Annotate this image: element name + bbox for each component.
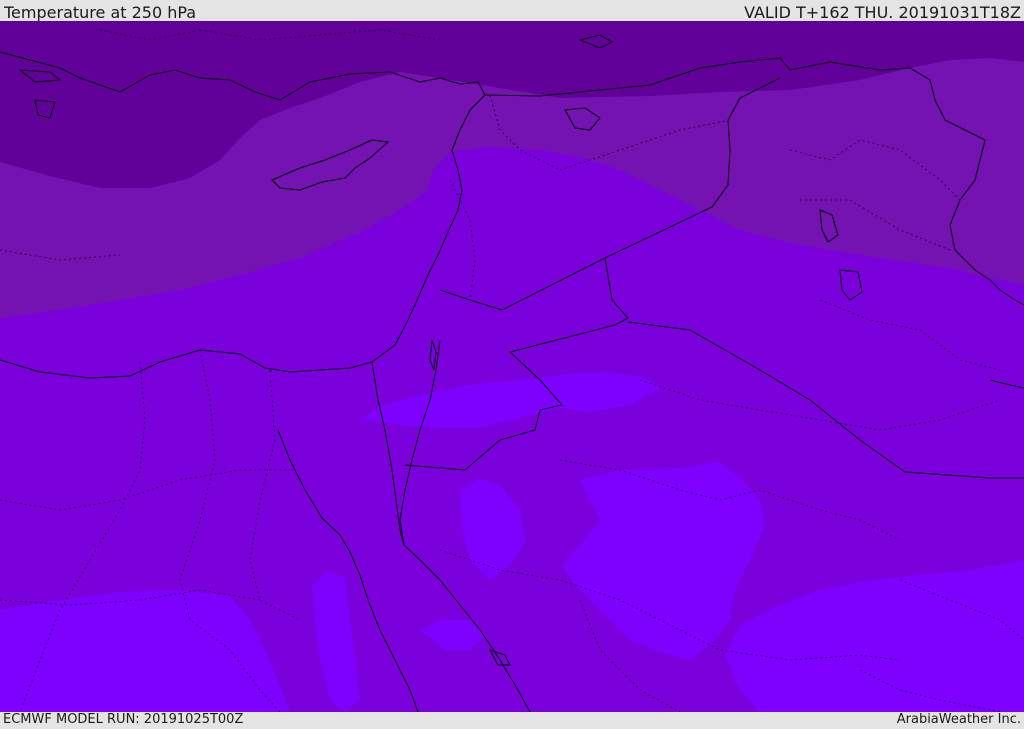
temperature-field: [0, 21, 1024, 712]
footer-bar: ECMWF MODEL RUN: 20191025T00Z ArabiaWeat…: [0, 712, 1024, 729]
model-run-label: ECMWF MODEL RUN: 20191025T00Z: [3, 712, 244, 727]
header-bar: Temperature at 250 hPa VALID T+162 THU. …: [0, 0, 1024, 22]
map-title: Temperature at 250 hPa: [4, 3, 197, 22]
weather-map[interactable]: [0, 21, 1024, 712]
valid-time-label: VALID T+162 THU. 20191031T18Z: [744, 3, 1021, 22]
credit-label: ArabiaWeather Inc.: [896, 712, 1021, 727]
